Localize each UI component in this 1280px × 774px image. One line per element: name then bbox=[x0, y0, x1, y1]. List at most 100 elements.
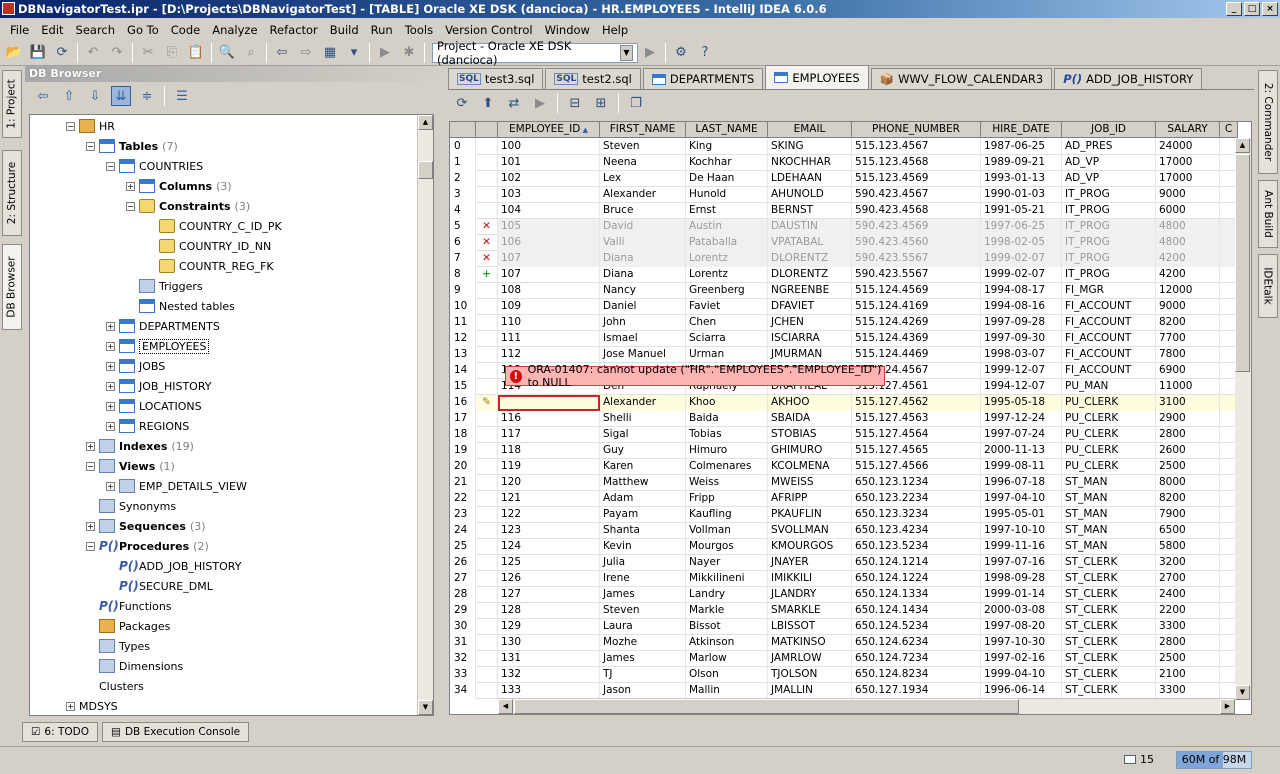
cell-last-name[interactable]: Landry bbox=[686, 587, 768, 603]
table-row[interactable]: 3 103 Alexander Hunold AHUNOLD 590.423.4567 19… bbox=[450, 187, 1238, 203]
cell-hire-date[interactable]: 1995-05-18 bbox=[981, 395, 1062, 411]
cell-email[interactable]: JCHEN bbox=[768, 315, 852, 331]
cell-hire-date[interactable]: 1990-01-03 bbox=[981, 187, 1062, 203]
cell-last-name[interactable]: Ernst bbox=[686, 203, 768, 219]
insert-row-icon[interactable]: ⊞ bbox=[591, 93, 611, 113]
cell-employee-id[interactable]: 107 bbox=[498, 267, 600, 283]
filter-icon[interactable]: ☰ bbox=[172, 86, 192, 106]
tree-node-types[interactable]: Types bbox=[86, 636, 150, 656]
cell-phone-number[interactable]: 515.124.4369 bbox=[852, 331, 981, 347]
cell-phone-number[interactable]: 650.124.1214 bbox=[852, 555, 981, 571]
sync-icon[interactable]: ⟳ bbox=[52, 43, 72, 63]
tree-node-sequences[interactable]: + Sequences (3) bbox=[86, 516, 206, 536]
table-row[interactable]: 30 129 Laura Bissot LBISSOT 650.124.5234 1997-… bbox=[450, 619, 1238, 635]
expand-icon[interactable]: + bbox=[106, 361, 115, 371]
cell-hire-date[interactable]: 1997-02-16 bbox=[981, 651, 1062, 667]
cell-first-name[interactable]: Laura bbox=[600, 619, 686, 635]
menu-search[interactable]: Search bbox=[70, 23, 122, 37]
tab-todo[interactable]: ☑ 6: TODO bbox=[22, 722, 99, 742]
message-counter[interactable]: 15 bbox=[1124, 753, 1154, 766]
cell-phone-number[interactable]: 515.124.4269 bbox=[852, 315, 981, 331]
cell-hire-date[interactable]: 1999-08-11 bbox=[981, 459, 1062, 475]
cell-last-name[interactable]: Vollman bbox=[686, 523, 768, 539]
cell-salary[interactable]: 17000 bbox=[1156, 155, 1220, 171]
cell-first-name[interactable]: Irene bbox=[600, 571, 686, 587]
cell-employee-id[interactable]: 122 bbox=[498, 507, 600, 523]
cell-first-name[interactable]: Sigal bbox=[600, 427, 686, 443]
cell-phone-number[interactable]: 515.127.4563 bbox=[852, 411, 981, 427]
cell-phone-number[interactable]: 650.124.5234 bbox=[852, 619, 981, 635]
cell-employee-id[interactable]: 131 bbox=[498, 651, 600, 667]
cell-last-name[interactable]: Sciarra bbox=[686, 331, 768, 347]
cell-salary[interactable]: 7700 bbox=[1156, 331, 1220, 347]
tree-node-indexes[interactable]: + Indexes (19) bbox=[86, 436, 194, 456]
tab-add-job-history[interactable]: P() ADD_JOB_HISTORY bbox=[1054, 68, 1203, 89]
cell-first-name[interactable]: Kevin bbox=[600, 539, 686, 555]
delete-row-icon[interactable]: ⊟ bbox=[565, 93, 585, 113]
expand-icon[interactable]: + bbox=[106, 401, 115, 411]
commit-icon[interactable]: ⬆ bbox=[478, 93, 498, 113]
table-row[interactable]: 2 102 Lex De Haan LDEHAAN 515.123.4569 1993-01… bbox=[450, 171, 1238, 187]
cell-salary[interactable]: 2900 bbox=[1156, 411, 1220, 427]
table-row[interactable]: 4 104 Bruce Ernst BERNST 590.423.4568 1991-05-… bbox=[450, 203, 1238, 219]
copy-icon[interactable]: ⎘ bbox=[162, 43, 182, 63]
table-row[interactable]: 11 110 John Chen JCHEN 515.124.4269 1997-09-28… bbox=[450, 315, 1238, 331]
cell-email[interactable]: JLANDRY bbox=[768, 587, 852, 603]
cell-job-id[interactable]: ST_MAN bbox=[1062, 491, 1156, 507]
cell-email[interactable]: VPATABAL bbox=[768, 235, 852, 251]
cell-job-id[interactable]: ST_CLERK bbox=[1062, 587, 1156, 603]
cell-last-name[interactable]: Nayer bbox=[686, 555, 768, 571]
cell-salary[interactable]: 6900 bbox=[1156, 363, 1220, 379]
column-header-employee-id[interactable]: EMPLOYEE_ID ▲ bbox=[498, 122, 600, 138]
cell-last-name[interactable]: Olson bbox=[686, 667, 768, 683]
cell-last-name[interactable]: Kochhar bbox=[686, 155, 768, 171]
cell-job-id[interactable]: PU_CLERK bbox=[1062, 459, 1156, 475]
autoscroll-icon[interactable]: ⇊ bbox=[111, 86, 131, 106]
table-row[interactable]: 25 124 Kevin Mourgos KMOURGOS 650.123.5234 199… bbox=[450, 539, 1238, 555]
cell-email[interactable]: BERNST bbox=[768, 203, 852, 219]
menu-tools[interactable]: Tools bbox=[399, 23, 439, 37]
cell-last-name[interactable]: Lorentz bbox=[686, 251, 768, 267]
table-row[interactable]: 28 127 James Landry JLANDRY 650.124.1334 1999-… bbox=[450, 587, 1238, 603]
cell-salary[interactable]: 8200 bbox=[1156, 491, 1220, 507]
cell-first-name[interactable]: Nancy bbox=[600, 283, 686, 299]
cell-job-id[interactable]: IT_PROG bbox=[1062, 219, 1156, 235]
cell-email[interactable]: JMALLIN bbox=[768, 683, 852, 699]
cell-first-name[interactable]: Diana bbox=[600, 251, 686, 267]
cell-job-id[interactable]: IT_PROG bbox=[1062, 235, 1156, 251]
tree-node-countries[interactable]: − COUNTRIES bbox=[106, 156, 203, 176]
cell-hire-date[interactable]: 1996-07-18 bbox=[981, 475, 1062, 491]
open-icon[interactable]: 📂 bbox=[4, 43, 24, 63]
table-row[interactable]: 23 122 Payam Kaufling PKAUFLIN 650.123.3234 19… bbox=[450, 507, 1238, 523]
cell-hire-date[interactable]: 1996-06-14 bbox=[981, 683, 1062, 699]
cell-salary[interactable]: 4200 bbox=[1156, 267, 1220, 283]
column-header-last-name[interactable]: LAST_NAME bbox=[686, 122, 768, 138]
cell-salary[interactable]: 3100 bbox=[1156, 395, 1220, 411]
cell-email[interactable]: DFAVIET bbox=[768, 299, 852, 315]
cell-hire-date[interactable]: 1998-02-05 bbox=[981, 235, 1062, 251]
cell-last-name[interactable]: Tobias bbox=[686, 427, 768, 443]
table-row[interactable]: 24 123 Shanta Vollman SVOLLMAN 650.123.4234 19… bbox=[450, 523, 1238, 539]
cell-email[interactable]: GHIMURO bbox=[768, 443, 852, 459]
cell-hire-date[interactable]: 1999-11-16 bbox=[981, 539, 1062, 555]
expand-icon[interactable]: + bbox=[86, 521, 95, 531]
cell-email[interactable]: NGREENBE bbox=[768, 283, 852, 299]
reload-icon[interactable]: ⟳ bbox=[452, 93, 472, 113]
tree-node-constraints[interactable]: − Constraints (3) bbox=[126, 196, 250, 216]
cell-email[interactable]: JNAYER bbox=[768, 555, 852, 571]
tree-node-procedures[interactable]: − P() Procedures (2) bbox=[86, 536, 209, 556]
cell-phone-number[interactable]: 650.123.1234 bbox=[852, 475, 981, 491]
cell-salary[interactable]: 9000 bbox=[1156, 187, 1220, 203]
cell-email[interactable]: SMARKLE bbox=[768, 603, 852, 619]
cell-employee-id[interactable]: 133 bbox=[498, 683, 600, 699]
cell-job-id[interactable]: ST_CLERK bbox=[1062, 683, 1156, 699]
table-row[interactable]: 8 +107 Diana Lorentz DLORENTZ 590.423.5567 199… bbox=[450, 267, 1238, 283]
cell-job-id[interactable]: AD_VP bbox=[1062, 171, 1156, 187]
help-icon[interactable]: ? bbox=[695, 43, 715, 63]
cell-email[interactable]: AKHOO bbox=[768, 395, 852, 411]
cell-email[interactable]: SKING bbox=[768, 139, 852, 155]
memory-indicator[interactable]: 60M of 98M bbox=[1176, 751, 1252, 769]
cell-salary[interactable]: 2100 bbox=[1156, 667, 1220, 683]
table-row[interactable]: 18 117 Sigal Tobias STOBIAS 515.127.4564 1997-… bbox=[450, 427, 1238, 443]
redo-icon[interactable]: ↷ bbox=[107, 43, 127, 63]
